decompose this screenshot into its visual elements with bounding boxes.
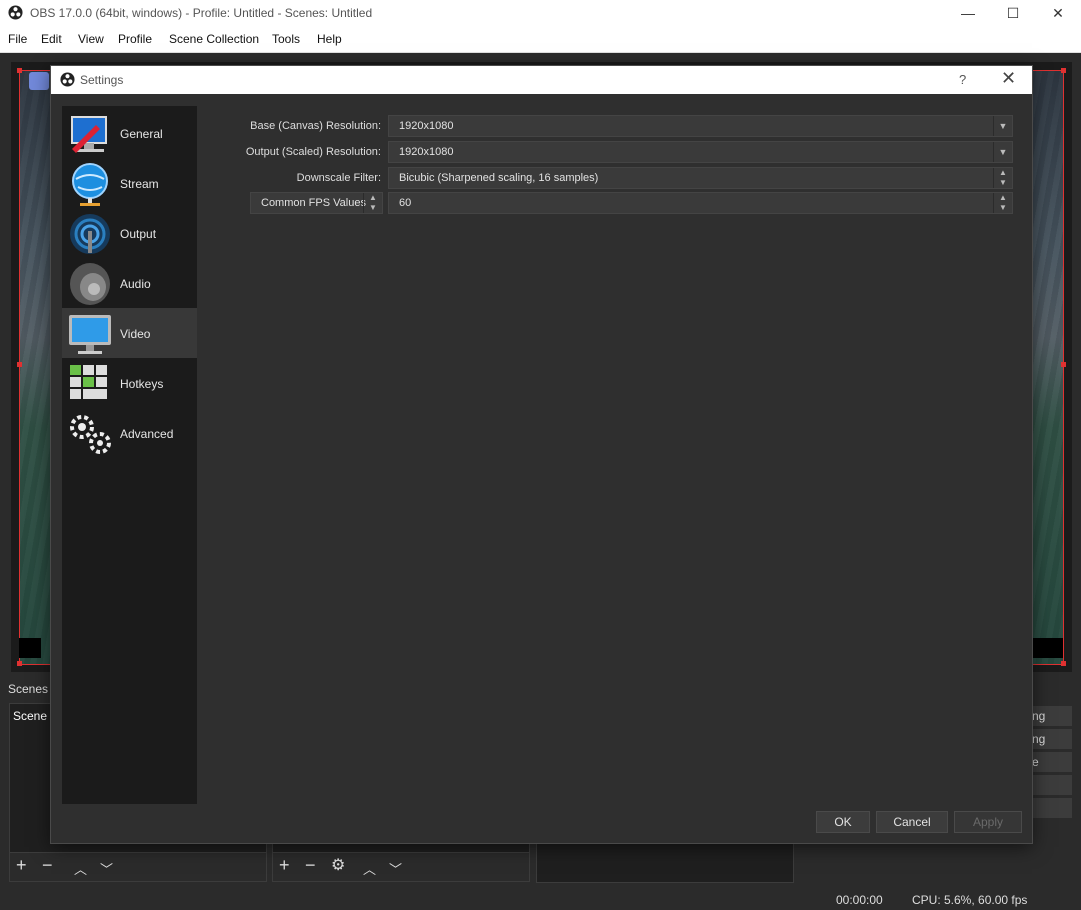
resize-handle[interactable] xyxy=(17,661,22,666)
resize-handle[interactable] xyxy=(17,68,22,73)
chevron-down-icon: ▼ xyxy=(993,142,1012,162)
output-resolution-combo[interactable]: 1920x1080 ▼ xyxy=(388,141,1013,163)
add-source-icon[interactable]: + xyxy=(279,855,290,876)
move-down-icon[interactable]: ﹀ xyxy=(100,859,113,878)
help-button[interactable]: ? xyxy=(959,72,966,87)
minimize-button[interactable]: — xyxy=(945,0,991,26)
downscale-filter-value: Bicubic (Sharpened scaling, 16 samples) xyxy=(399,172,599,184)
add-scene-icon[interactable]: + xyxy=(16,855,27,876)
sidebar-item-general[interactable]: General xyxy=(62,108,197,158)
resize-handle[interactable] xyxy=(1061,362,1066,367)
move-up-icon[interactable]: ︿ xyxy=(363,859,376,878)
globe-network-icon xyxy=(72,163,108,206)
base-resolution-combo[interactable]: 1920x1080 ▼ xyxy=(388,115,1013,137)
sidebar-item-advanced[interactable]: Advanced xyxy=(62,408,197,458)
keyboard-icon xyxy=(70,365,107,399)
obs-logo-icon xyxy=(60,72,75,87)
sidebar-item-label: Video xyxy=(120,327,151,341)
resize-handle[interactable] xyxy=(1061,661,1066,666)
menu-profile[interactable]: Profile xyxy=(118,32,152,46)
move-up-icon[interactable]: ︿ xyxy=(74,859,87,878)
sidebar-item-audio[interactable]: Audio xyxy=(62,258,197,308)
base-resolution-label: Base (Canvas) Resolution: xyxy=(250,120,381,132)
monitor-pen-icon xyxy=(71,116,107,153)
chevron-down-icon: ▼ xyxy=(993,116,1012,136)
updown-icon: ▲ ▼ xyxy=(993,168,1012,188)
output-resolution-value: 1920x1080 xyxy=(399,146,454,158)
downscale-filter-label: Downscale Filter: xyxy=(296,172,381,184)
move-down-icon[interactable]: ﹀ xyxy=(389,859,402,878)
close-button[interactable]: ✕ xyxy=(1035,0,1081,26)
settings-title: Settings xyxy=(80,73,124,87)
fps-type-select[interactable]: Common FPS Values ▲ ▼ xyxy=(250,192,383,214)
window-title: OBS 17.0.0 (64bit, windows) - Profile: U… xyxy=(30,6,373,20)
remove-source-icon[interactable]: − xyxy=(305,855,316,876)
sidebar-item-stream[interactable]: Stream xyxy=(62,158,197,208)
ok-button[interactable]: OK xyxy=(816,811,870,833)
updown-icon: ▲ ▼ xyxy=(363,193,382,213)
sidebar-item-video[interactable]: Video xyxy=(62,308,197,358)
sidebar-item-label: Advanced xyxy=(120,427,174,441)
maximize-button[interactable]: ☐ xyxy=(990,0,1036,26)
gears-icon xyxy=(70,415,111,454)
apply-button[interactable]: Apply xyxy=(954,811,1022,833)
sidebar-item-label: Output xyxy=(120,227,157,241)
tray-icon xyxy=(1033,638,1063,658)
settings-sidebar: General Stream Output Audio Video Hotkey… xyxy=(62,106,197,804)
discord-icon xyxy=(29,72,49,90)
fps-value-select[interactable]: 60 ▲ ▼ xyxy=(388,192,1013,214)
gear-icon[interactable]: ⚙ xyxy=(331,855,345,875)
settings-titlebar: Settings ? ✕ xyxy=(51,66,1032,94)
fps-value: 60 xyxy=(399,197,412,209)
windows-start-icon xyxy=(19,638,41,658)
window-titlebar: OBS 17.0.0 (64bit, windows) - Profile: U… xyxy=(0,0,1081,26)
menu-help[interactable]: Help xyxy=(317,32,342,46)
scenes-dock-title: Scenes xyxy=(8,682,49,696)
obs-logo-icon xyxy=(8,5,23,20)
menu-edit[interactable]: Edit xyxy=(41,32,62,46)
settings-dialog: Settings ? ✕ General Stream Output Audio… xyxy=(51,66,1032,843)
scenes-toolbar: + − ︿ ﹀ xyxy=(9,852,267,882)
output-resolution-label: Output (Scaled) Resolution: xyxy=(245,146,381,158)
menu-bar: File Edit View Profile Scene Collection … xyxy=(0,26,1081,53)
resize-handle[interactable] xyxy=(1061,68,1066,73)
sidebar-item-hotkeys[interactable]: Hotkeys xyxy=(62,358,197,408)
menu-tools[interactable]: Tools xyxy=(272,32,300,46)
display-monitor-icon xyxy=(69,315,111,354)
base-resolution-value: 1920x1080 xyxy=(399,120,454,132)
sources-toolbar: + − ⚙ ︿ ﹀ xyxy=(272,852,530,882)
cancel-button[interactable]: Cancel xyxy=(876,811,948,833)
menu-scene-collection[interactable]: Scene Collection xyxy=(169,32,259,46)
sidebar-item-label: Audio xyxy=(120,277,151,291)
sidebar-item-label: General xyxy=(120,127,163,141)
downscale-filter-select[interactable]: Bicubic (Sharpened scaling, 16 samples) … xyxy=(388,167,1013,189)
menu-view[interactable]: View xyxy=(78,32,104,46)
sidebar-item-label: Stream xyxy=(120,177,159,191)
status-time: 00:00:00 xyxy=(836,893,883,907)
speaker-icon xyxy=(70,263,110,305)
sidebar-item-label: Hotkeys xyxy=(120,377,164,391)
updown-icon: ▲ ▼ xyxy=(993,193,1012,213)
resize-handle[interactable] xyxy=(17,362,22,367)
fps-type-value: Common FPS Values xyxy=(261,197,366,209)
broadcast-antenna-icon xyxy=(70,214,110,254)
remove-scene-icon[interactable]: − xyxy=(42,855,53,876)
menu-file[interactable]: File xyxy=(8,32,27,46)
sidebar-item-output[interactable]: Output xyxy=(62,208,197,258)
status-cpu: CPU: 5.6%, 60.00 fps xyxy=(912,893,1028,907)
settings-close-button[interactable]: ✕ xyxy=(1001,68,1016,89)
